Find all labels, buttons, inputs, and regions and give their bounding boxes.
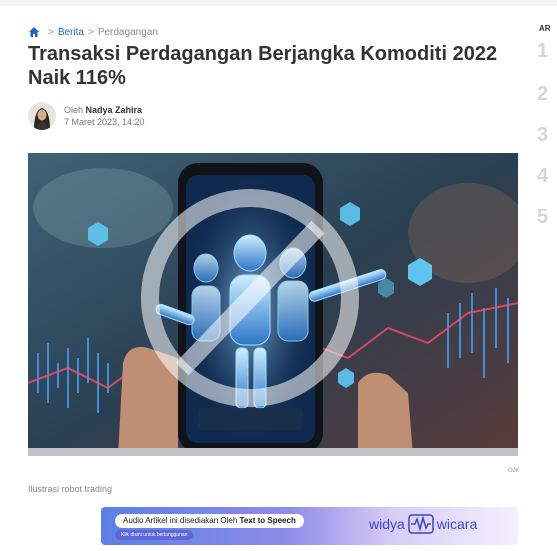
publish-date: 7 Maret 2023, 14:20 [64, 117, 145, 127]
subscribe-link[interactable]: Klik disini untuk berlangganan [115, 530, 194, 540]
sidebar-rank-5[interactable]: 5 [537, 206, 548, 229]
image-credit: OJK [508, 468, 520, 474]
robot-trading-illustration [28, 153, 518, 456]
breadcrumb-item-berita[interactable]: Berita [58, 27, 84, 38]
audio-banner-prefix: Audio Artikel ini disediakan Oleh [123, 516, 238, 525]
image-caption: Ilustrasi robot trading [28, 484, 113, 494]
author-block: Oleh Nadya Zahira 7 Maret 2023, 14:20 [28, 102, 145, 130]
brand-left: widya [369, 516, 405, 532]
breadcrumb: > Berita > Perdagangan [28, 26, 158, 38]
author-prefix: Oleh [64, 105, 84, 115]
breadcrumb-separator: > [87, 26, 94, 38]
avatar[interactable] [28, 102, 56, 130]
article-title: Transaksi Perdagangan Berjangka Komoditi… [28, 43, 498, 89]
audio-banner-bold: Text to Speech [239, 516, 296, 525]
home-icon[interactable] [28, 26, 40, 38]
widyawicara-logo: widya wicara [369, 514, 477, 534]
sidebar-rank-1[interactable]: 1 [537, 40, 548, 63]
brand-right: wicara [436, 516, 478, 532]
sidebar-rank-4[interactable]: 4 [537, 165, 548, 188]
breadcrumb-separator: > [48, 26, 54, 38]
waveform-icon [408, 514, 434, 534]
article-hero-image [28, 153, 518, 456]
author-name[interactable]: Nadya Zahira [86, 105, 143, 115]
breadcrumb-item-perdagangan[interactable]: Perdagangan [98, 27, 158, 38]
audio-banner-text: Audio Artikel ini disediakan Oleh Text t… [115, 514, 304, 528]
sidebar-rank-3[interactable]: 3 [537, 124, 548, 147]
audio-article-banner[interactable]: Audio Artikel ini disediakan Oleh Text t… [101, 507, 518, 545]
top-divider [0, 0, 557, 6]
popular-sidebar: AR 1 2 3 4 5 [537, 0, 557, 551]
sidebar-rank-2[interactable]: 2 [537, 83, 548, 106]
sidebar-heading: AR [539, 24, 551, 33]
